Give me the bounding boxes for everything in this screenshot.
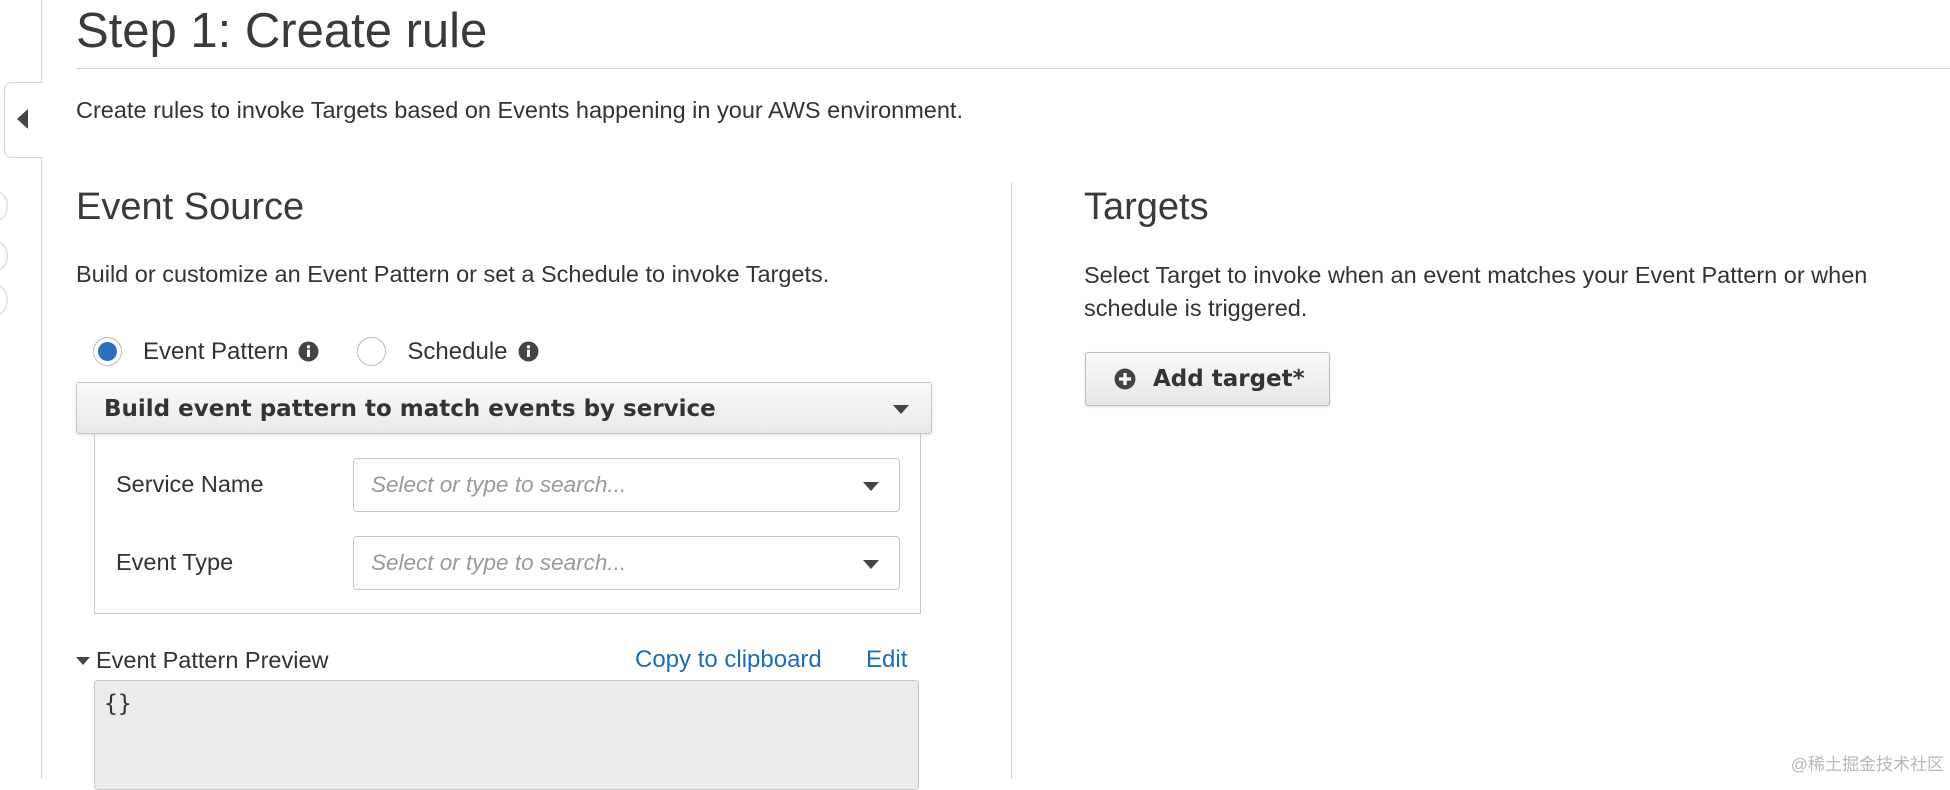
info-icon[interactable] [298, 341, 319, 362]
add-target-label: Add target* [1153, 366, 1305, 392]
service-name-select[interactable] [353, 458, 900, 512]
info-icon[interactable] [518, 341, 539, 362]
event-pattern-preview-toggle[interactable]: Event Pattern Preview [76, 647, 329, 674]
chevron-down-icon[interactable] [863, 482, 879, 491]
targets-description: Select Target to invoke when an event ma… [1084, 262, 1868, 321]
collapse-arrow-icon [17, 109, 28, 129]
event-pattern-preview-box: {} [94, 680, 919, 790]
title-divider [76, 68, 1950, 69]
add-target-button[interactable]: Add target* [1085, 352, 1330, 406]
copy-to-clipboard-link[interactable]: Copy to clipboard [635, 646, 822, 674]
service-name-search-input[interactable] [371, 459, 831, 511]
event-type-select[interactable] [353, 536, 900, 590]
event-type-search-input[interactable] [371, 537, 831, 589]
rail-decoration [0, 190, 8, 222]
plus-circle-icon [1114, 368, 1136, 390]
rail-decoration [0, 240, 8, 272]
targets-title: Targets [1084, 186, 1209, 228]
schedule-radio[interactable] [357, 337, 387, 366]
event-pattern-radio-label[interactable]: Event Pattern [143, 338, 288, 366]
event-type-label: Event Type [116, 549, 234, 575]
column-divider [1011, 182, 1012, 779]
chevron-down-icon [893, 405, 909, 414]
event-pattern-mode-label: Build event pattern to match events by s… [104, 396, 716, 422]
event-source-description: Build or customize an Event Pattern or s… [76, 261, 830, 287]
caret-down-icon [76, 656, 90, 665]
sidebar-collapse-button[interactable] [4, 82, 42, 158]
page-title: Step 1: Create rule [76, 4, 488, 58]
event-source-type-radio-group: Event Pattern Schedule [93, 337, 539, 366]
rail-decoration [0, 284, 8, 316]
event-pattern-mode-select[interactable]: Build event pattern to match events by s… [76, 382, 932, 434]
event-pattern-radio[interactable] [93, 337, 122, 366]
edit-link[interactable]: Edit [866, 646, 907, 674]
watermark: @稀土掘金技术社区 [1790, 755, 1944, 774]
event-pattern-preview-label: Event Pattern Preview [96, 647, 329, 673]
schedule-radio-label[interactable]: Schedule [407, 338, 507, 366]
service-name-label: Service Name [116, 471, 264, 497]
page-description: Create rules to invoke Targets based on … [76, 97, 963, 123]
chevron-down-icon[interactable] [863, 560, 879, 569]
event-source-title: Event Source [76, 186, 305, 228]
